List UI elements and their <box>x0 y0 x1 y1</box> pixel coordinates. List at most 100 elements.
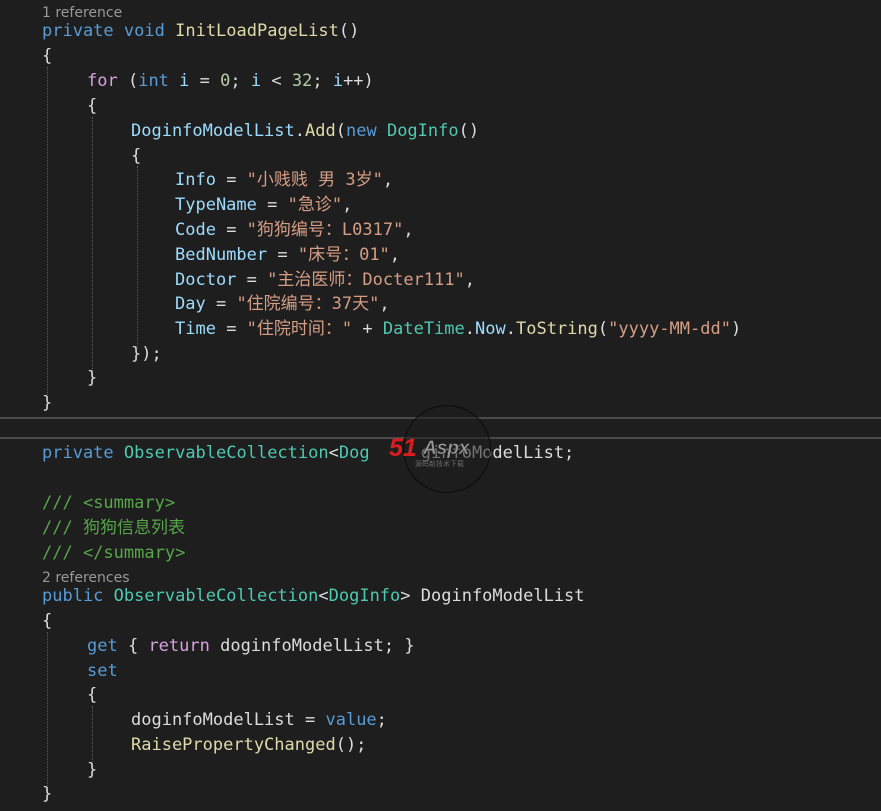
punct: ) <box>730 319 742 339</box>
var-i: i <box>179 71 190 91</box>
property-assignment-line[interactable]: Info = "小贱贱 男 3岁", <box>175 168 393 192</box>
for-loop-line[interactable]: for (int i = 0; i < 32; i++) <box>87 69 374 93</box>
brace: { <box>42 46 53 66</box>
object-close-line[interactable]: }); <box>131 342 162 366</box>
keyword-set: set <box>87 661 118 681</box>
brace-close[interactable]: } <box>87 366 97 390</box>
keyword-int: int <box>138 71 169 91</box>
operator: = <box>294 710 326 730</box>
parens: () <box>458 121 480 141</box>
assignment-line[interactable]: doginfoModelList = value; <box>131 708 387 732</box>
type-doginfo: DogInfo <box>328 586 401 606</box>
watermark-logo-gray: Aspx <box>422 438 471 459</box>
brace-open[interactable]: { <box>42 609 52 633</box>
property-name: BedNumber <box>175 245 268 265</box>
property-name: DoginfoModelList <box>410 586 585 606</box>
indent-guide <box>47 632 48 788</box>
operator: = <box>215 220 247 240</box>
property-assignment-line[interactable]: Doctor = "主治医师：Docter111", <box>175 268 475 292</box>
type-doginfo: Dog <box>338 443 370 463</box>
brace-close[interactable]: } <box>42 782 52 806</box>
var-i: i <box>250 71 262 91</box>
punct: , <box>403 220 414 240</box>
method-add: Add <box>305 121 336 141</box>
brace-open[interactable]: { <box>87 683 97 707</box>
property-assignment-line[interactable]: TypeName = "急诊", <box>175 193 352 217</box>
doc-comment-line[interactable]: /// </summary> <box>42 541 185 565</box>
field-name: doginfoModelList <box>131 710 295 730</box>
operator: = <box>215 170 247 190</box>
brace: } <box>42 393 53 413</box>
punct: . <box>505 319 516 339</box>
punct: ; <box>376 710 387 730</box>
time-assignment-line[interactable]: Time = "住院时间：" + DateTime.Now.ToString("… <box>175 317 741 341</box>
brace: { <box>42 611 53 631</box>
property-assignment-line[interactable]: BedNumber = "床号：01", <box>175 243 400 267</box>
property-assignment-line[interactable]: Code = "狗狗编号：L0317", <box>175 218 414 242</box>
property-name: TypeName <box>175 195 257 215</box>
property-name: Code <box>175 220 216 240</box>
punct: . <box>294 121 306 141</box>
comment-slashes: /// <box>42 543 83 563</box>
var-i: i <box>332 71 344 91</box>
punct: ; <box>230 71 251 91</box>
indent-guide <box>47 67 48 397</box>
operator: = <box>267 245 298 265</box>
brace-open[interactable]: { <box>131 144 141 168</box>
punct: , <box>379 294 390 314</box>
string-literal: "急诊" <box>287 195 343 215</box>
keyword-return: return <box>148 636 210 656</box>
operator: = <box>256 195 288 215</box>
return-expression: doginfoModelList; } <box>209 636 415 656</box>
string-literal: "小贱贱 男 3岁" <box>246 170 383 190</box>
doc-comment-line[interactable]: /// 狗狗信息列表 <box>42 516 185 540</box>
punct: ( <box>597 319 609 339</box>
punct: < <box>328 443 339 463</box>
property-now: Now <box>475 319 506 339</box>
brace: } <box>42 784 53 804</box>
brace-close[interactable]: } <box>42 391 52 415</box>
property-name: Time <box>175 319 216 339</box>
indent-guide <box>92 117 93 373</box>
brace-close[interactable]: } <box>87 758 97 782</box>
property-name: Doctor <box>175 270 237 290</box>
punct: (); <box>335 735 367 755</box>
method-call-line[interactable]: RaisePropertyChanged(); <box>131 733 366 757</box>
code-editor[interactable]: 1 reference private void InitLoadPageLis… <box>0 0 881 811</box>
punct: , <box>389 245 401 265</box>
brace-open[interactable]: { <box>87 94 97 118</box>
comment-slashes: /// <box>42 493 83 513</box>
brace: { <box>131 146 142 166</box>
property-name: Day <box>175 294 206 314</box>
comment-slashes: /// <box>42 518 83 538</box>
brace: } <box>87 760 98 780</box>
method-name: InitLoadPageList <box>175 21 339 41</box>
add-call-line[interactable]: DoginfoModelList.Add(new DogInfo() <box>131 119 479 143</box>
type-observablecollection: ObservableCollection <box>123 443 329 463</box>
keyword-get: get <box>87 636 118 656</box>
property-name: Info <box>175 170 216 190</box>
string-literal: "住院时间：" <box>246 319 353 339</box>
method-tostring: ToString <box>515 319 598 339</box>
setter-line[interactable]: set <box>87 659 118 683</box>
keyword-new: new <box>345 121 377 141</box>
string-literal: "主治医师：Docter111" <box>267 270 465 290</box>
brace-open[interactable]: { <box>42 44 52 68</box>
comment-text: <summary> <box>82 493 176 513</box>
operator: = <box>236 270 268 290</box>
punct: }); <box>131 344 162 364</box>
getter-line[interactable]: get { return doginfoModelList; } <box>87 634 415 658</box>
property-declaration-line[interactable]: public ObservableCollection<DogInfo> Dog… <box>42 584 585 608</box>
punct: , <box>464 270 475 290</box>
type-observablecollection: ObservableCollection <box>113 586 319 606</box>
method-signature-line[interactable]: private void InitLoadPageList() <box>42 19 359 43</box>
comment-text: </summary> <box>82 543 186 563</box>
property-assignment-line[interactable]: Day = "住院编号：37天", <box>175 292 390 316</box>
doc-comment-line[interactable]: /// <summary> <box>42 491 175 515</box>
punct: , <box>342 195 353 215</box>
indent-guide <box>92 706 93 764</box>
list-name: DoginfoModelList <box>131 121 295 141</box>
